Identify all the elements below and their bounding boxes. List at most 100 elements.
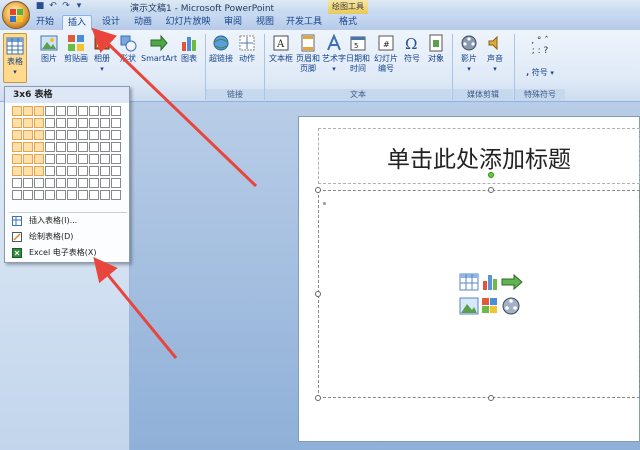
textbox-button[interactable]: A 文本框 bbox=[268, 34, 294, 64]
table-grid-cell[interactable] bbox=[78, 154, 88, 164]
table-grid-cell[interactable] bbox=[56, 142, 66, 152]
special-symbol-button[interactable]: , 符号 ▾ bbox=[520, 68, 560, 78]
table-grid-cell[interactable] bbox=[100, 118, 110, 128]
table-grid-cell[interactable] bbox=[78, 118, 88, 128]
table-grid-cell[interactable] bbox=[23, 166, 33, 176]
table-grid-cell[interactable] bbox=[67, 118, 77, 128]
table-grid-cell[interactable] bbox=[12, 154, 22, 164]
picture-button[interactable]: 图片 bbox=[37, 34, 61, 64]
table-grid-cell[interactable] bbox=[89, 118, 99, 128]
table-grid-cell[interactable] bbox=[89, 142, 99, 152]
resize-handle-bottom[interactable] bbox=[488, 395, 494, 401]
movie-button[interactable]: 影片 ▾ bbox=[457, 34, 481, 74]
table-grid-cell[interactable] bbox=[89, 166, 99, 176]
undo-icon[interactable]: ↶ bbox=[47, 1, 59, 12]
table-grid-cell[interactable] bbox=[78, 190, 88, 200]
table-grid-cell[interactable] bbox=[34, 178, 44, 188]
table-grid-cell[interactable] bbox=[111, 118, 121, 128]
table-grid-cell[interactable] bbox=[34, 166, 44, 176]
action-button[interactable]: 动作 bbox=[236, 34, 258, 64]
table-grid-cell[interactable] bbox=[111, 166, 121, 176]
table-grid-cell[interactable] bbox=[67, 142, 77, 152]
table-grid-cell[interactable] bbox=[111, 130, 121, 140]
table-grid-cell[interactable] bbox=[78, 178, 88, 188]
wordart-button[interactable]: 艺术字 ▾ bbox=[322, 34, 346, 74]
special-symbols-preview[interactable]: , ° ˆ; : ? bbox=[520, 36, 560, 56]
table-grid-cell[interactable] bbox=[67, 190, 77, 200]
resize-handle-tl[interactable] bbox=[315, 187, 321, 193]
tab-animation[interactable]: 动画 bbox=[130, 15, 156, 30]
object-button[interactable]: 对象 bbox=[425, 34, 447, 64]
table-grid-cell[interactable] bbox=[23, 142, 33, 152]
table-grid-cell[interactable] bbox=[45, 142, 55, 152]
datetime-button[interactable]: 5 日期和 时间 bbox=[346, 34, 370, 74]
table-grid-cell[interactable] bbox=[67, 178, 77, 188]
tab-slideshow[interactable]: 幻灯片放映 bbox=[164, 15, 212, 30]
table-grid-cell[interactable] bbox=[78, 106, 88, 116]
table-grid-cell[interactable] bbox=[34, 118, 44, 128]
table-grid-cell[interactable] bbox=[111, 190, 121, 200]
table-grid-cell[interactable] bbox=[34, 106, 44, 116]
table-grid-cell[interactable] bbox=[67, 166, 77, 176]
table-grid-cell[interactable] bbox=[12, 178, 22, 188]
insert-chart-icon[interactable] bbox=[483, 275, 497, 290]
table-grid-cell[interactable] bbox=[56, 106, 66, 116]
insert-picture-icon[interactable] bbox=[459, 297, 479, 315]
table-grid-cell[interactable] bbox=[56, 130, 66, 140]
table-grid-cell[interactable] bbox=[67, 130, 77, 140]
table-grid-cell[interactable] bbox=[34, 130, 44, 140]
table-grid-cell[interactable] bbox=[100, 190, 110, 200]
table-grid-cell[interactable] bbox=[45, 106, 55, 116]
table-grid-cell[interactable] bbox=[34, 190, 44, 200]
clipart-button[interactable]: 剪贴画 bbox=[63, 34, 89, 64]
resize-handle-top[interactable] bbox=[488, 187, 494, 193]
slide-number-button[interactable]: # 幻灯片 编号 bbox=[372, 34, 400, 74]
table-grid-cell[interactable] bbox=[23, 178, 33, 188]
table-grid-cell[interactable] bbox=[12, 118, 22, 128]
table-grid-cell[interactable] bbox=[23, 106, 33, 116]
table-grid-cell[interactable] bbox=[89, 178, 99, 188]
table-grid-cell[interactable] bbox=[89, 190, 99, 200]
tab-view[interactable]: 视图 bbox=[252, 15, 278, 30]
table-grid-cell[interactable] bbox=[45, 190, 55, 200]
tab-design[interactable]: 设计 bbox=[98, 15, 124, 30]
table-grid-cell[interactable] bbox=[56, 154, 66, 164]
resize-handle-left[interactable] bbox=[315, 291, 321, 297]
table-grid-cell[interactable] bbox=[111, 142, 121, 152]
insert-media-icon[interactable] bbox=[502, 297, 520, 315]
office-button[interactable] bbox=[2, 1, 30, 29]
table-grid-cell[interactable] bbox=[100, 154, 110, 164]
symbol-button[interactable]: Ω 符号 bbox=[402, 34, 422, 64]
table-grid-cell[interactable] bbox=[111, 106, 121, 116]
hyperlink-button[interactable]: 超链接 bbox=[208, 34, 234, 64]
table-grid-cell[interactable] bbox=[45, 154, 55, 164]
table-grid-cell[interactable] bbox=[100, 106, 110, 116]
tab-developer[interactable]: 开发工具 bbox=[284, 15, 324, 30]
table-grid-cell[interactable] bbox=[12, 166, 22, 176]
sound-button[interactable]: 声音 ▾ bbox=[483, 34, 507, 74]
tab-insert[interactable]: 插入 bbox=[62, 15, 92, 30]
table-grid-cell[interactable] bbox=[78, 142, 88, 152]
table-grid-cell[interactable] bbox=[56, 118, 66, 128]
table-grid-cell[interactable] bbox=[100, 178, 110, 188]
table-grid-cell[interactable] bbox=[56, 166, 66, 176]
chart-button[interactable]: 图表 bbox=[178, 34, 200, 64]
tab-format[interactable]: 格式 bbox=[334, 15, 362, 30]
table-grid-cell[interactable] bbox=[45, 118, 55, 128]
table-grid-cell[interactable] bbox=[12, 130, 22, 140]
table-button[interactable]: 表格 ▾ bbox=[3, 33, 27, 83]
table-grid-cell[interactable] bbox=[67, 154, 77, 164]
insert-clipart-icon[interactable] bbox=[482, 298, 497, 313]
chevron-down-icon[interactable]: ▾ bbox=[73, 1, 85, 12]
table-grid-cell[interactable] bbox=[23, 130, 33, 140]
header-footer-button[interactable]: 页眉和 页脚 bbox=[296, 34, 320, 74]
table-grid-cell[interactable] bbox=[89, 130, 99, 140]
shapes-button[interactable]: 形状 bbox=[117, 34, 139, 64]
menu-item-draw-table[interactable]: 绘制表格(D) bbox=[9, 230, 127, 244]
table-grid-cell[interactable] bbox=[89, 106, 99, 116]
table-grid-cell[interactable] bbox=[34, 142, 44, 152]
table-grid-cell[interactable] bbox=[89, 154, 99, 164]
table-grid-cell[interactable] bbox=[111, 178, 121, 188]
resize-handle-bl[interactable] bbox=[315, 395, 321, 401]
rotation-handle[interactable] bbox=[488, 172, 494, 178]
